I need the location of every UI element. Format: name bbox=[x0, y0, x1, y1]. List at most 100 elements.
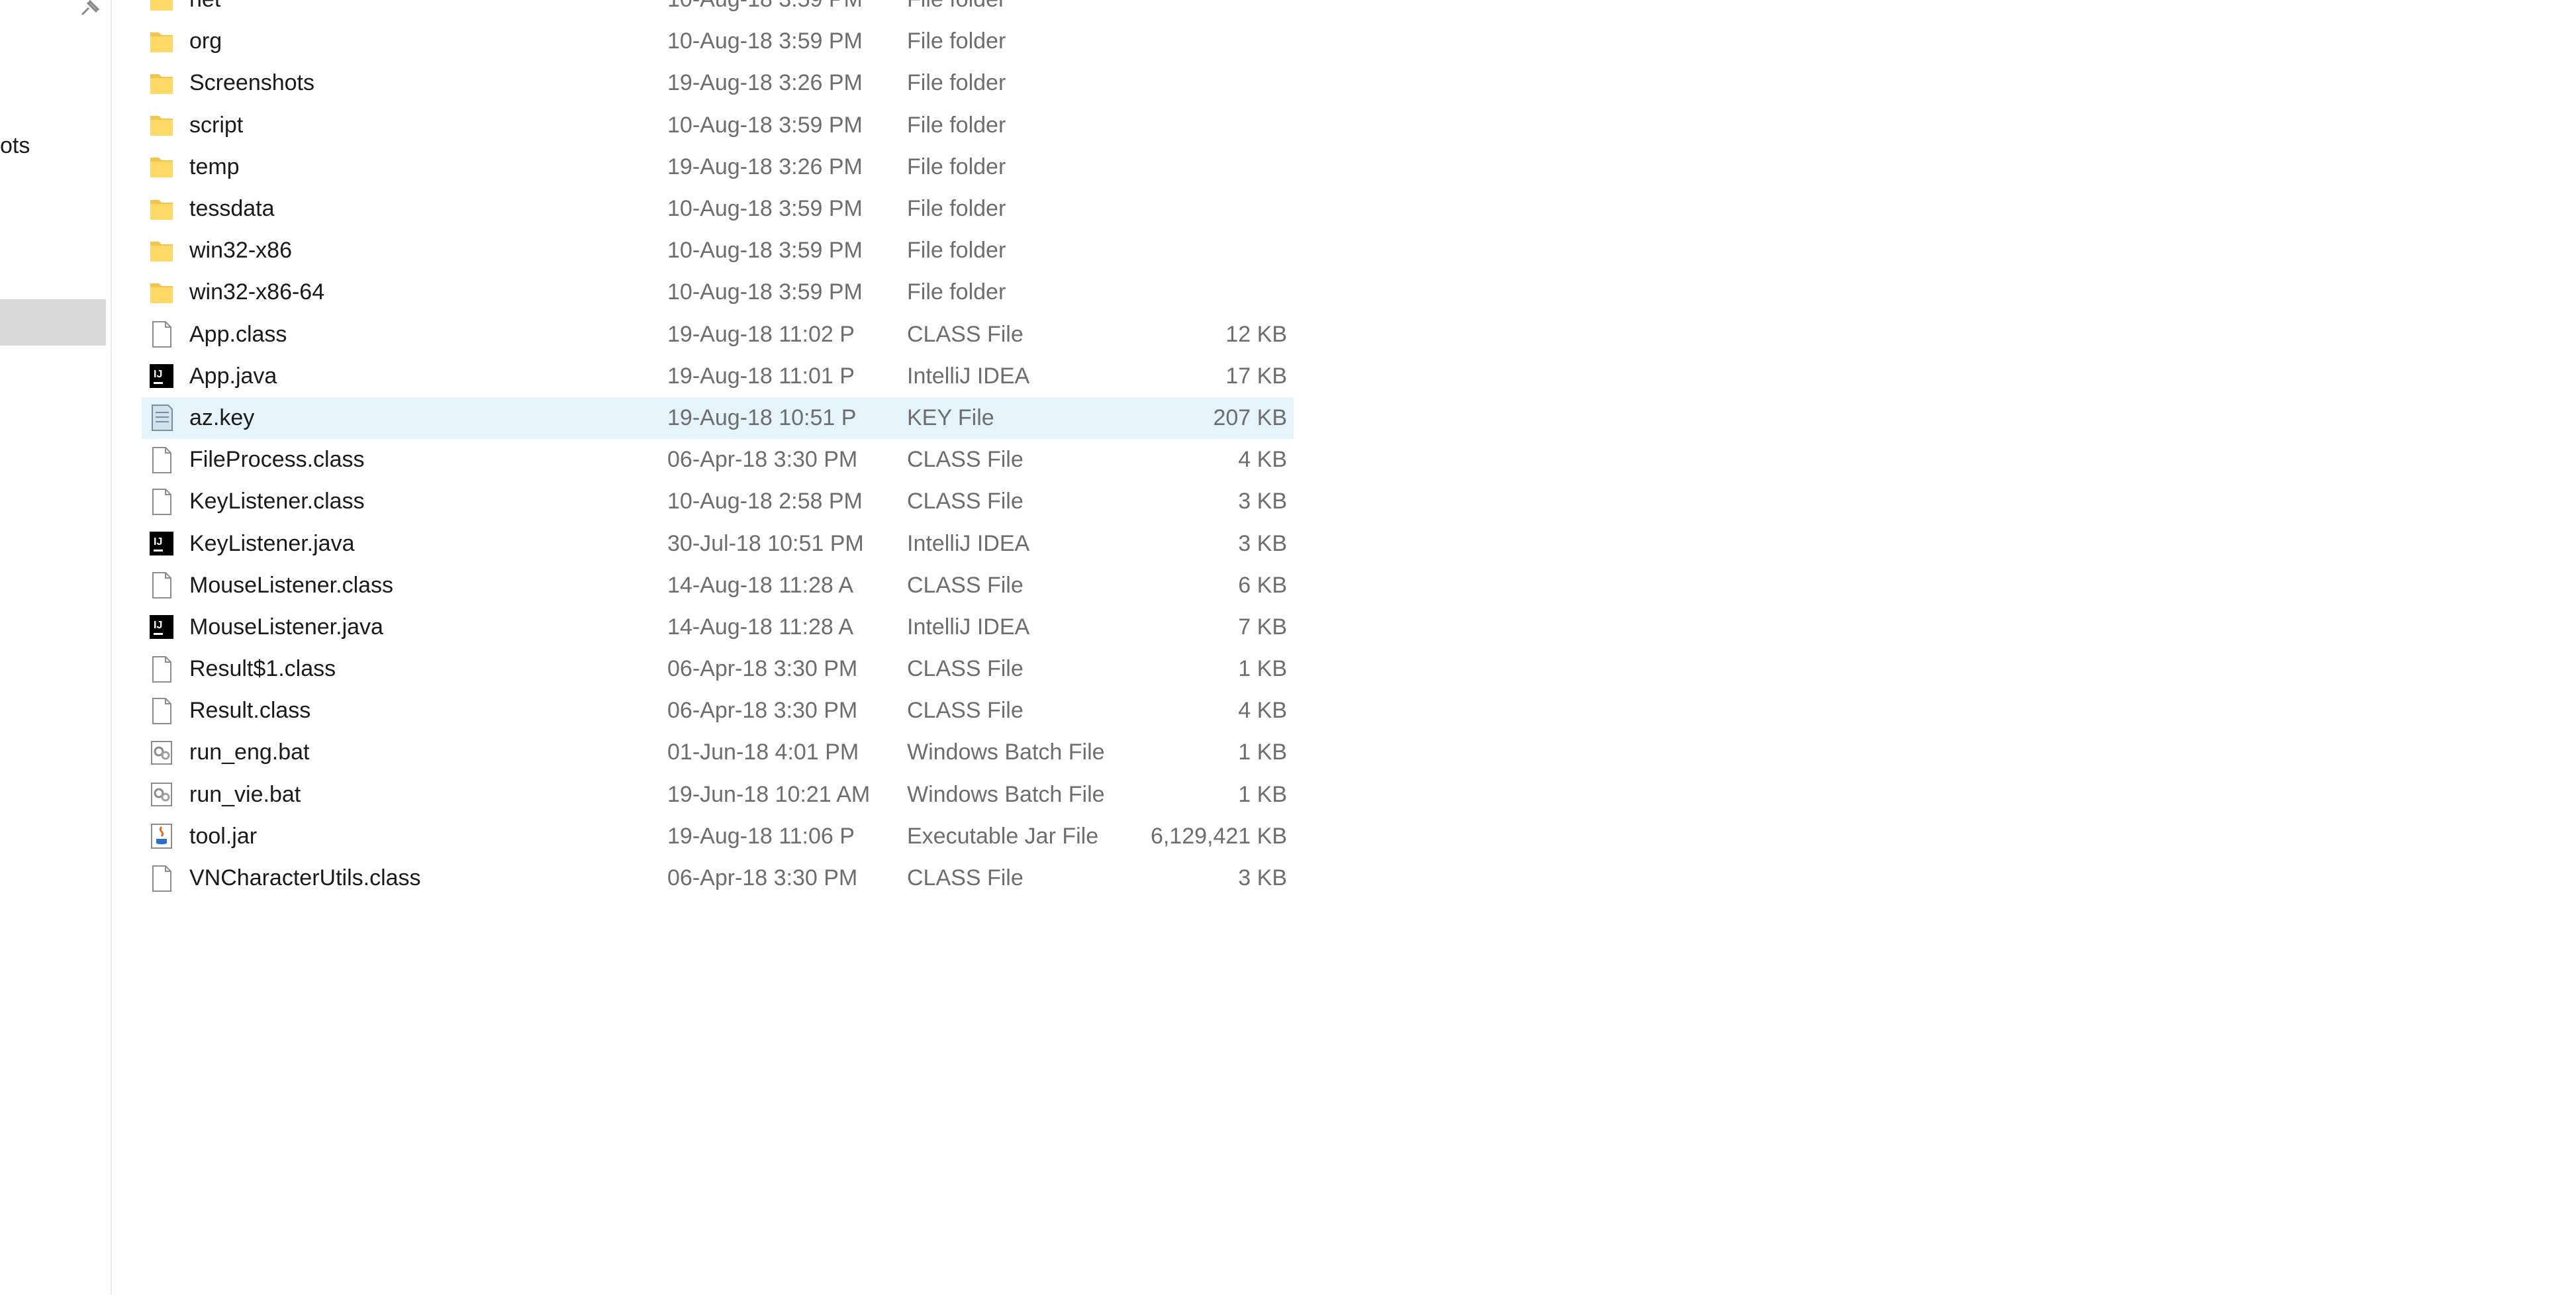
file-name: KeyListener.class bbox=[189, 489, 365, 514]
file-row[interactable]: VNCharacterUtils.class 06-Apr-18 3:30 PM… bbox=[142, 857, 1294, 899]
file-size: 4 KB bbox=[1238, 447, 1287, 473]
file-row[interactable]: org 10-Aug-18 3:59 PM File folder bbox=[142, 21, 1294, 62]
file-size: 1 KB bbox=[1238, 740, 1287, 765]
file-type: IntelliJ IDEA bbox=[907, 530, 1030, 556]
file-date-modified: 10-Aug-18 3:59 PM bbox=[667, 112, 863, 138]
blank-file-icon bbox=[148, 487, 175, 516]
file-size: 1 KB bbox=[1238, 656, 1287, 682]
file-date-modified: 06-Apr-18 3:30 PM bbox=[667, 656, 858, 682]
intellij-icon: IJ bbox=[148, 612, 175, 642]
file-row[interactable]: tessdata 10-Aug-18 3:59 PM File folder bbox=[142, 188, 1294, 230]
navigation-pane: ots bbox=[0, 0, 112, 1295]
file-row[interactable]: Result$1.class 06-Apr-18 3:30 PM CLASS F… bbox=[142, 648, 1294, 690]
file-name: az.key bbox=[189, 405, 255, 430]
file-type: File folder bbox=[907, 238, 1006, 264]
file-date-modified: 10-Aug-18 3:59 PM bbox=[667, 238, 863, 264]
file-row[interactable]: win32-x86 10-Aug-18 3:59 PM File folder bbox=[142, 230, 1294, 271]
file-name: Result$1.class bbox=[189, 656, 336, 682]
file-row[interactable]: FileProcess.class 06-Apr-18 3:30 PM CLAS… bbox=[142, 439, 1294, 481]
blank-file-icon bbox=[148, 571, 175, 600]
file-row[interactable]: KeyListener.class 10-Aug-18 2:58 PM CLAS… bbox=[142, 481, 1294, 522]
pin-icon[interactable] bbox=[78, 0, 102, 16]
folder-icon bbox=[148, 69, 175, 98]
batch-file-icon bbox=[148, 738, 175, 767]
file-size: 7 KB bbox=[1238, 614, 1287, 640]
file-type: IntelliJ IDEA bbox=[907, 614, 1030, 640]
file-row[interactable]: IJ MouseListener.java 14-Aug-18 11:28 A … bbox=[142, 606, 1294, 648]
file-name: run_eng.bat bbox=[189, 740, 310, 765]
file-date-modified: 19-Jun-18 10:21 AM bbox=[667, 781, 871, 807]
file-type: CLASS File bbox=[907, 656, 1024, 682]
file-row[interactable]: IJ KeyListener.java 30-Jul-18 10:51 PM I… bbox=[142, 522, 1294, 564]
folder-icon bbox=[148, 278, 175, 307]
file-size: 4 KB bbox=[1238, 698, 1287, 724]
file-date-modified: 06-Apr-18 3:30 PM bbox=[667, 698, 858, 724]
file-row[interactable]: App.class 19-Aug-18 11:02 P CLASS File 1… bbox=[142, 314, 1294, 356]
file-row[interactable]: run_eng.bat 01-Jun-18 4:01 PM Windows Ba… bbox=[142, 732, 1294, 773]
blank-file-icon bbox=[148, 446, 175, 475]
file-name: Screenshots bbox=[189, 70, 314, 96]
svg-text:IJ: IJ bbox=[154, 536, 162, 548]
file-row[interactable]: run_vie.bat 19-Jun-18 10:21 AM Windows B… bbox=[142, 774, 1294, 816]
file-row[interactable]: script 10-Aug-18 3:59 PM File folder bbox=[142, 105, 1294, 146]
file-row[interactable]: tool.jar 19-Aug-18 11:06 P Executable Ja… bbox=[142, 816, 1294, 857]
file-size: 3 KB bbox=[1238, 530, 1287, 556]
file-explorer-window: ots net 10-Aug-18 3:59 PM File folder or… bbox=[0, 0, 2576, 1295]
file-name: org bbox=[189, 28, 222, 54]
file-size: 3 KB bbox=[1238, 489, 1287, 514]
file-size: 6,129,421 KB bbox=[1150, 823, 1287, 849]
folder-icon bbox=[148, 195, 175, 224]
file-type: File folder bbox=[907, 28, 1006, 54]
file-size: 3 KB bbox=[1238, 865, 1287, 891]
file-row[interactable]: Result.class 06-Apr-18 3:30 PM CLASS Fil… bbox=[142, 690, 1294, 732]
file-type: File folder bbox=[907, 154, 1006, 179]
file-type: File folder bbox=[907, 279, 1006, 305]
file-type: CLASS File bbox=[907, 698, 1024, 724]
file-name: Result.class bbox=[189, 698, 311, 724]
file-type: IntelliJ IDEA bbox=[907, 363, 1030, 389]
file-date-modified: 19-Aug-18 10:51 P bbox=[667, 405, 857, 430]
file-date-modified: 10-Aug-18 2:58 PM bbox=[667, 489, 863, 514]
intellij-icon: IJ bbox=[148, 529, 175, 558]
file-name: script bbox=[189, 112, 244, 138]
file-row[interactable]: Screenshots 19-Aug-18 3:26 PM File folde… bbox=[142, 62, 1294, 104]
blank-file-icon bbox=[148, 696, 175, 726]
file-row[interactable]: temp 19-Aug-18 3:26 PM File folder bbox=[142, 146, 1294, 188]
file-row[interactable]: az.key 19-Aug-18 10:51 P KEY File 207 KB bbox=[142, 397, 1294, 440]
file-row[interactable]: net 10-Aug-18 3:59 PM File folder bbox=[142, 0, 1294, 21]
file-date-modified: 10-Aug-18 3:59 PM bbox=[667, 28, 863, 54]
file-name: FileProcess.class bbox=[189, 447, 365, 473]
file-name: tool.jar bbox=[189, 823, 258, 849]
file-date-modified: 10-Aug-18 3:59 PM bbox=[667, 196, 863, 222]
file-row[interactable]: win32-x86-64 10-Aug-18 3:59 PM File fold… bbox=[142, 271, 1294, 313]
file-date-modified: 10-Aug-18 3:59 PM bbox=[667, 0, 863, 13]
svg-text:IJ: IJ bbox=[154, 369, 162, 380]
file-type: Windows Batch File bbox=[907, 781, 1105, 807]
file-date-modified: 19-Aug-18 11:02 P bbox=[667, 321, 855, 347]
file-type: File folder bbox=[907, 70, 1006, 96]
file-name: VNCharacterUtils.class bbox=[189, 865, 421, 891]
svg-text:IJ: IJ bbox=[154, 620, 162, 631]
file-type: CLASS File bbox=[907, 489, 1024, 514]
nav-item-label[interactable]: ots bbox=[0, 131, 30, 160]
file-name: net bbox=[189, 0, 220, 13]
file-date-modified: 06-Apr-18 3:30 PM bbox=[667, 865, 858, 891]
file-size: 17 KB bbox=[1225, 363, 1287, 389]
batch-file-icon bbox=[148, 780, 175, 809]
file-row[interactable]: IJ App.java 19-Aug-18 11:01 P IntelliJ I… bbox=[142, 356, 1294, 397]
file-row[interactable]: MouseListener.class 14-Aug-18 11:28 A CL… bbox=[142, 565, 1294, 606]
file-type: Windows Batch File bbox=[907, 740, 1105, 765]
file-name: tessdata bbox=[189, 196, 275, 222]
file-type: CLASS File bbox=[907, 447, 1024, 473]
nav-item-selected[interactable] bbox=[0, 299, 106, 346]
blank-file-icon bbox=[148, 320, 175, 349]
file-date-modified: 19-Aug-18 3:26 PM bbox=[667, 154, 863, 179]
file-date-modified: 10-Aug-18 3:59 PM bbox=[667, 279, 863, 305]
file-name: App.class bbox=[189, 321, 287, 347]
file-list: net 10-Aug-18 3:59 PM File folder org 10… bbox=[142, 0, 1294, 899]
file-name: MouseListener.java bbox=[189, 614, 383, 640]
file-name: KeyListener.java bbox=[189, 530, 355, 556]
blank-file-icon bbox=[148, 864, 175, 893]
file-date-modified: 01-Jun-18 4:01 PM bbox=[667, 740, 859, 765]
file-type: File folder bbox=[907, 0, 1006, 13]
